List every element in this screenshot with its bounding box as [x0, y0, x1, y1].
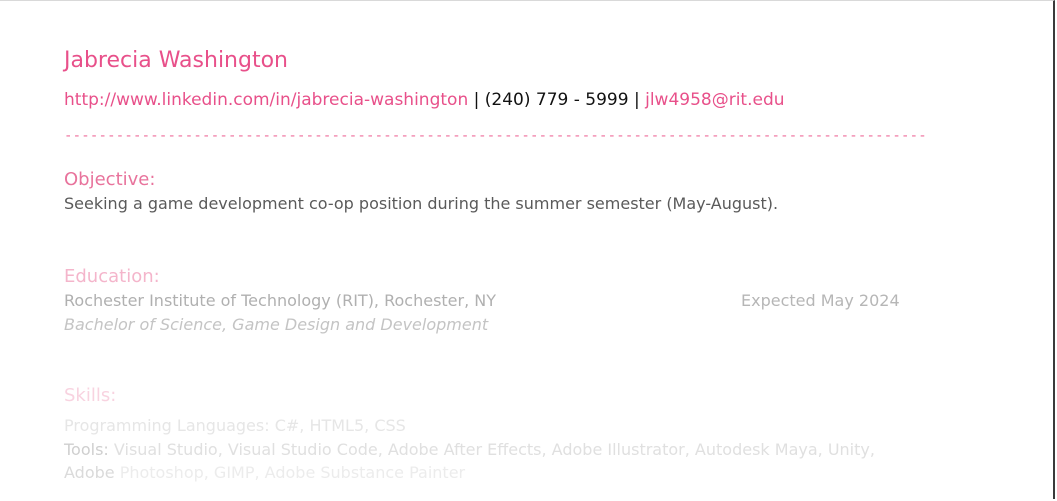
dashed-divider: ----------------------------------------… — [64, 128, 927, 144]
linkedin-link[interactable]: http://www.linkedin.com/in/jabrecia-wash… — [64, 90, 468, 110]
skills-heading: Skills: — [64, 385, 117, 406]
skills-languages-label: Programming Languages: — [64, 416, 270, 435]
skills-tools-label: Tools: — [64, 440, 109, 459]
contact-separator: | — [628, 90, 646, 110]
skills-languages: Programming Languages: C#, HTML5, CSS — [64, 416, 406, 435]
skills-tools-cont-label: Adobe — [64, 463, 115, 482]
skills-languages-value: C#, HTML5, CSS — [269, 416, 406, 435]
skills-tools: Tools: Visual Studio, Visual Studio Code… — [64, 440, 875, 459]
skills-tools-continued: Adobe Photoshop, GIMP, Adobe Substance P… — [64, 463, 465, 482]
skills-tools-value: Visual Studio, Visual Studio Code, Adobe… — [108, 440, 875, 459]
contact-line: http://www.linkedin.com/in/jabrecia-wash… — [64, 90, 785, 110]
objective-text: Seeking a game development co-op positio… — [64, 194, 779, 213]
objective-heading: Objective: — [64, 169, 156, 190]
skills-tools-cont-value: Photoshop, GIMP, Adobe Substance Painter — [114, 463, 466, 482]
resume-name: Jabrecia Washington — [64, 48, 288, 73]
email-link[interactable]: jlw4958@rit.edu — [645, 90, 784, 110]
education-heading: Education: — [64, 266, 160, 287]
education-degree: Bachelor of Science, Game Design and Dev… — [64, 315, 489, 334]
education-school: Rochester Institute of Technology (RIT),… — [64, 291, 497, 310]
contact-separator: | — [468, 90, 485, 110]
education-date: Expected May 2024 — [741, 291, 900, 310]
phone-number: (240) 779 - 5999 — [484, 90, 629, 110]
